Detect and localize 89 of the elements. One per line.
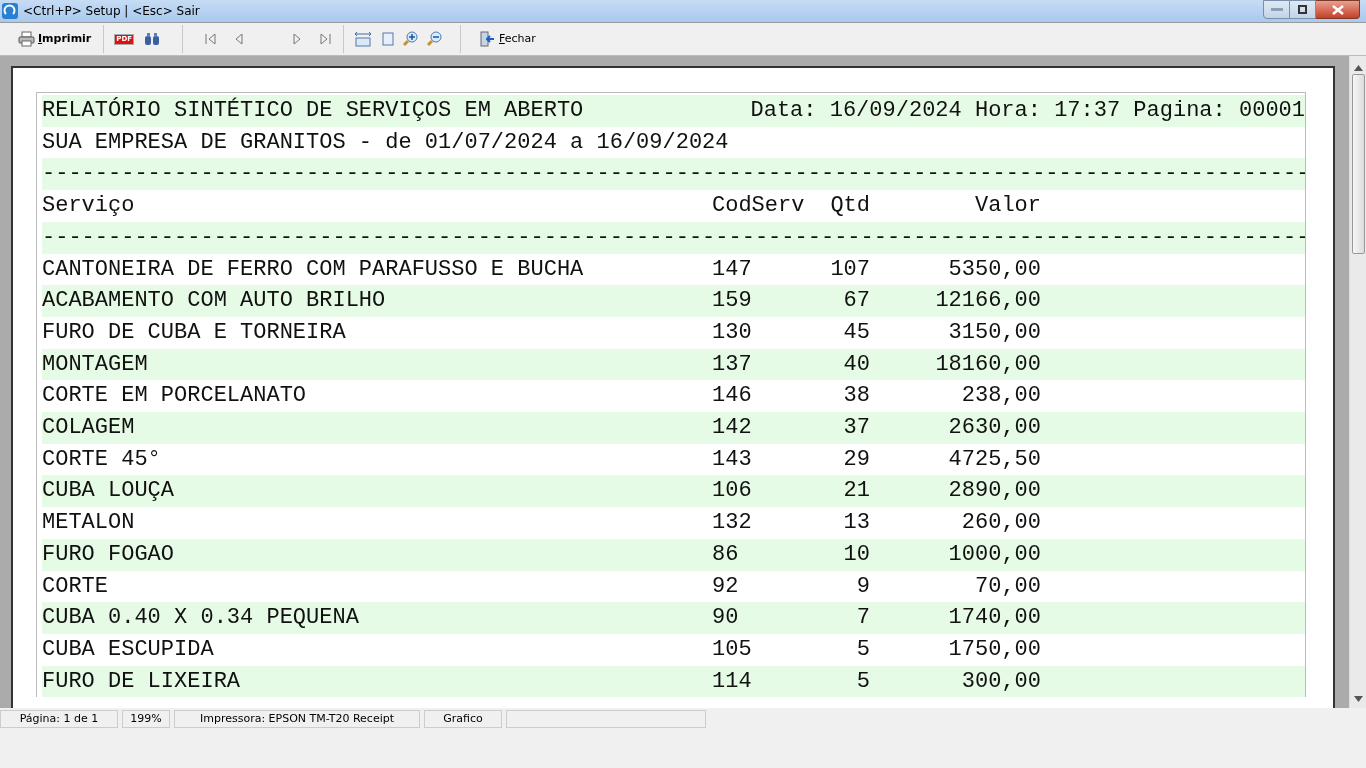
restore-button[interactable] [1290,0,1316,19]
table-cell: 107 [830,256,870,282]
table-cell: 67 [843,288,870,314]
table-cell: MONTAGEM [42,351,148,377]
report-title: RELATÓRIO SINTÉTICO DE SERVIÇOS EM ABERTO [42,96,584,125]
page-width-icon[interactable] [354,31,373,47]
table-cell: 29 [843,446,870,472]
table-cell: 12166,00 [935,288,1041,314]
table-cell: 105 [712,636,752,662]
table-cell: 159 [712,288,752,314]
table-cell: 2630,00 [948,415,1041,441]
table-cell: METALON [42,510,135,536]
status-panel: Página: 1 de 1 [0,710,118,728]
zoom-in-icon[interactable] [402,31,419,47]
table-cell: 2890,00 [948,478,1041,504]
table-cell: 10 [843,541,870,567]
binoculars-icon[interactable] [144,32,161,46]
table-cell: CORTE EM PORCELANATO [42,383,307,409]
table-cell: 1740,00 [948,605,1041,631]
scroll-up-icon[interactable] [1353,65,1363,71]
scroll-down-icon[interactable] [1353,696,1363,702]
table-cell: 40 [843,351,870,377]
table-cell: CORTE [42,573,108,599]
printer-icon [18,31,35,47]
table-cell: 147 [712,256,752,282]
table-cell: 92 [712,573,739,599]
table-cell: 1750,00 [948,636,1041,662]
report-date-info: Data: 16/09/2024 Hora: 17:37 Pagina: 00001 [750,97,1305,125]
table-cell: 146 [712,383,752,409]
table-cell: CUBA 0.40 X 0.34 PEQUENA [42,605,359,631]
table-cell: 260,00 [961,510,1041,536]
table-cell: 13 [843,510,870,536]
table-cell: 7 [856,605,870,631]
table-cell: FURO DE CUBA E TORNEIRA [42,319,346,345]
close-report-button[interactable]: Fechar [465,30,550,48]
table-cell: 142 [712,415,752,441]
status-panel: 199% [122,710,170,728]
table-cell: 114 [712,668,752,694]
table-cell: 45 [843,319,870,345]
dashed-separator: ------------------------------------------------------------------------------------------------ [42,224,1305,250]
exit-door-icon [479,31,496,47]
page-icon[interactable] [382,32,395,46]
table-cell: 5 [856,636,870,662]
last-page-icon[interactable] [318,32,333,46]
window-title: <Ctrl+P> Setup | <Esc> Sair [23,3,200,20]
table-cell: 4725,50 [948,446,1041,472]
table-cell: CORTE 45° [42,446,161,472]
table-cell: 9 [856,573,870,599]
column-header: Valor [975,193,1041,219]
status-panel: Impressora: EPSON TM-T20 Receipt [174,710,420,728]
report-subtitle: SUA EMPRESA DE GRANITOS - de 01/07/2024 a 16/09/2024 [42,129,729,155]
table-cell: 38 [843,383,870,409]
table-cell: 132 [712,510,752,536]
close-icon [1331,4,1344,15]
table-cell: 5350,00 [948,256,1041,282]
table-cell: CUBA LOUÇA [42,478,175,504]
app-icon [2,3,18,19]
zoom-out-icon[interactable] [426,31,443,47]
table-cell: 37 [843,415,870,441]
table-cell: FURO DE LIXEIRA [42,668,241,694]
table-cell: 130 [712,319,752,345]
table-cell: 137 [712,351,752,377]
table-cell: 86 [712,541,739,567]
table-cell: 21 [843,478,870,504]
vertical-scrollbar[interactable] [1349,56,1366,708]
table-cell: 90 [712,605,739,631]
table-cell: 70,00 [975,573,1041,599]
table-cell: CUBA ESCUPIDA [42,636,214,662]
table-cell: 143 [712,446,752,472]
column-header: Qtd [830,193,870,219]
status-panel: Grafico [424,710,502,728]
table-cell: 238,00 [961,383,1041,409]
table-cell: 5 [856,668,870,694]
table-cell: 300,00 [961,668,1041,694]
close-button[interactable] [1316,0,1360,19]
table-cell: COLAGEM [42,415,135,441]
table-cell: 18160,00 [935,351,1041,377]
table-cell: 3150,00 [948,319,1041,345]
first-page-icon[interactable] [204,32,219,46]
table-cell: CANTONEIRA DE FERRO COM PARAFUSSO E BUCHA [42,256,584,282]
table-cell: FURO FOGAO [42,541,175,567]
column-header: Serviço [42,193,135,219]
table-cell: 106 [712,478,752,504]
table-cell: ACABAMENTO COM AUTO BRILHO [42,288,386,314]
table-cell: 1000,00 [948,541,1041,567]
print-button[interactable]: Imprimir [10,30,100,48]
scrollbar-thumb[interactable] [1351,74,1365,254]
dashed-separator: ------------------------------------------------------------------------------------------------ [42,161,1305,187]
column-header: CodServ [712,193,805,219]
